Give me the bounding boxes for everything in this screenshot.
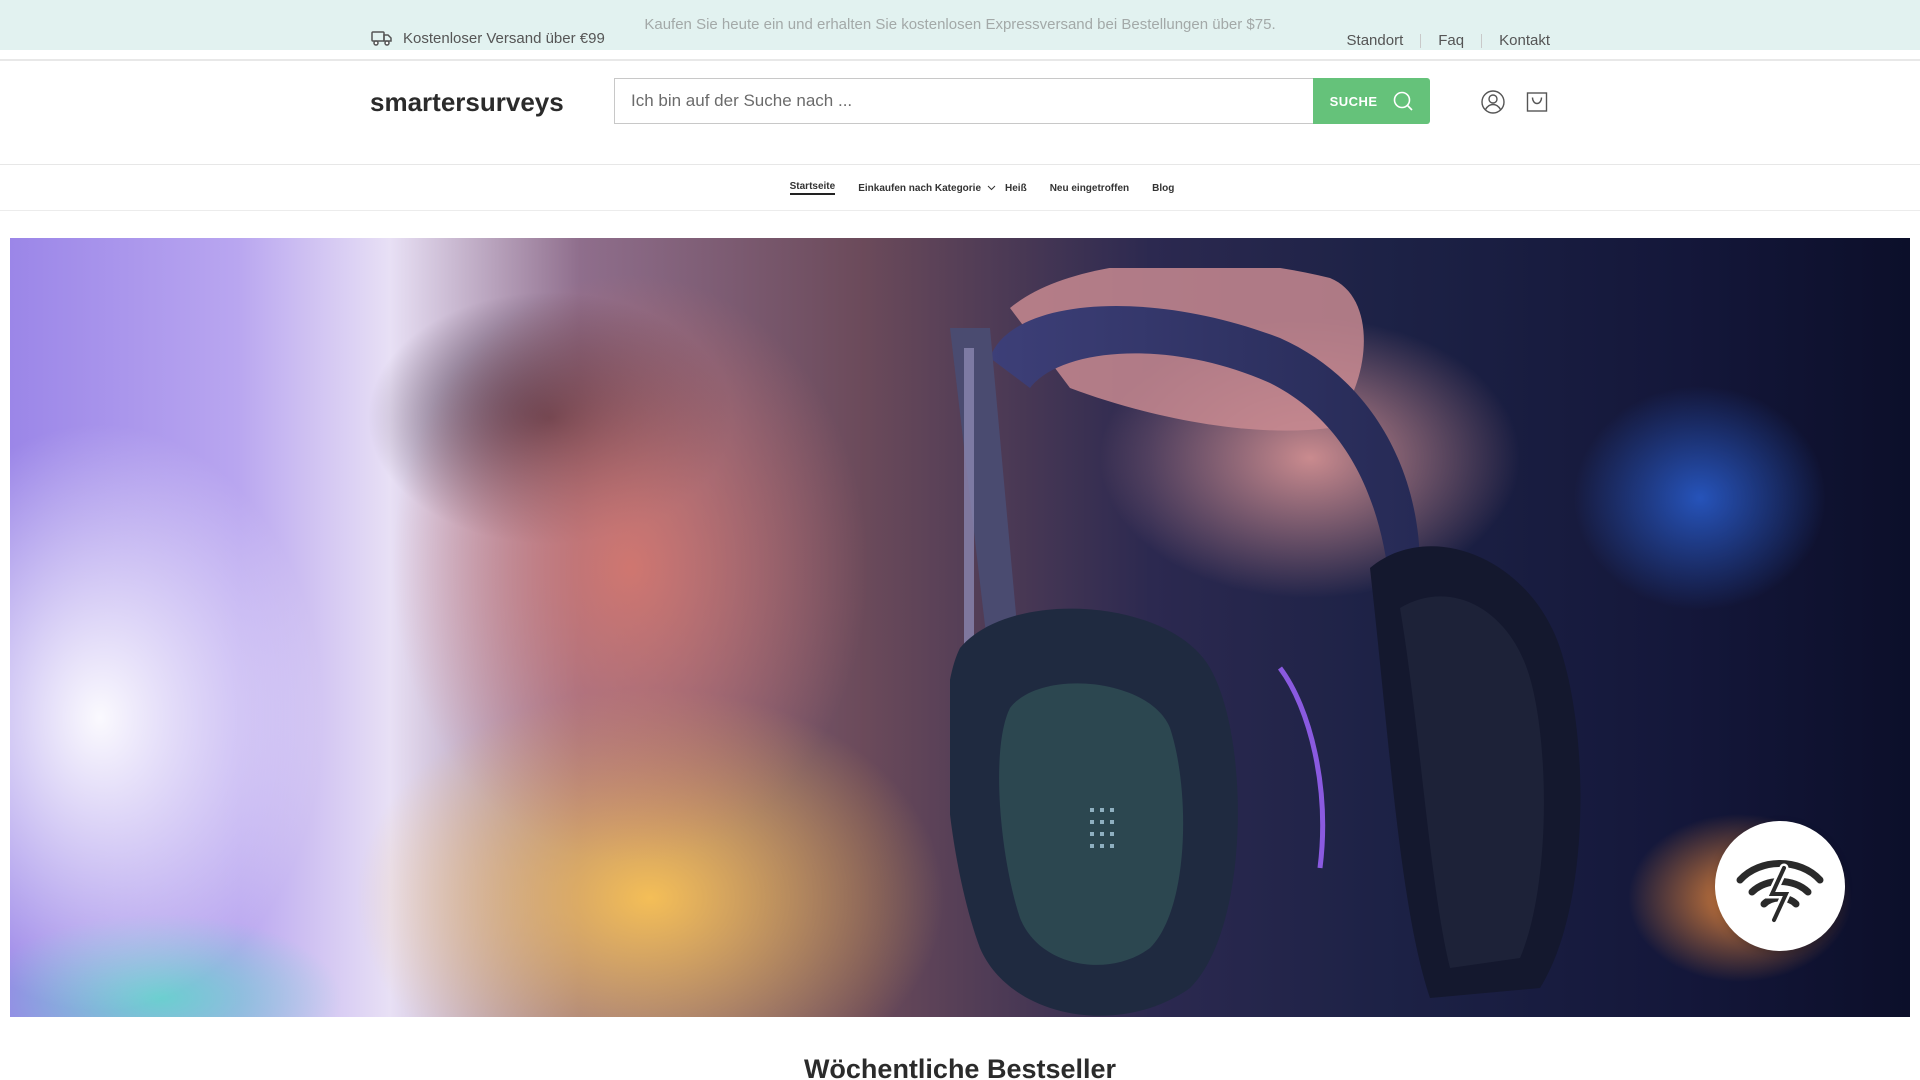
utility-links: Standort Faq Kontakt: [1347, 32, 1550, 49]
search-button-label: SUCHE: [1329, 93, 1378, 109]
nav-item-neu-eingetroffen[interactable]: Neu eingetroffen: [1050, 183, 1129, 194]
nav-item-blog[interactable]: Blog: [1152, 183, 1174, 194]
link-standort[interactable]: Standort: [1347, 32, 1404, 49]
headset-illustration: [950, 268, 1581, 1016]
cart-icon[interactable]: [1524, 89, 1550, 115]
user-icon[interactable]: [1480, 89, 1506, 115]
shipping-label: Kostenloser Versand über €99: [403, 29, 605, 47]
nav-item-startseite[interactable]: Startseite: [789, 181, 836, 195]
link-kontakt[interactable]: Kontakt: [1499, 32, 1550, 49]
site-header: smartersurveys SUCHE: [0, 61, 1920, 165]
link-faq[interactable]: Faq: [1438, 32, 1464, 49]
signal-badge-icon[interactable]: [1715, 821, 1845, 951]
announcement-bar: Kaufen Sie heute ein und erhalten Sie ko…: [0, 0, 1920, 50]
chevron-down-icon: [987, 185, 996, 191]
truck-icon: [371, 31, 392, 46]
search-icon: [1393, 91, 1413, 111]
promo-text: Kaufen Sie heute ein und erhalten Sie ko…: [644, 16, 1276, 33]
site-logo[interactable]: smartersurveys: [370, 87, 564, 118]
section-title: Wöchentliche Bestseller: [803, 1054, 1117, 1080]
divider: [1420, 33, 1422, 48]
hero-banner[interactable]: [10, 238, 1910, 1017]
search-bar: SUCHE: [614, 78, 1430, 124]
nav-item-kategorie[interactable]: Einkaufen nach Kategorie: [858, 183, 996, 194]
main-navigation: Startseite Einkaufen nach Kategorie Heiß…: [0, 166, 1920, 211]
nav-items: Startseite Einkaufen nach Kategorie Heiß…: [789, 181, 1174, 195]
header-actions: [1480, 89, 1550, 115]
divider: [1481, 33, 1483, 48]
free-shipping-note: Kostenloser Versand über €99: [371, 29, 605, 47]
nav-item-label: Einkaufen nach Kategorie: [858, 182, 982, 194]
nav-item-heiss[interactable]: Heiß: [1005, 183, 1027, 194]
search-button[interactable]: SUCHE: [1313, 78, 1430, 124]
search-input[interactable]: [614, 78, 1314, 124]
